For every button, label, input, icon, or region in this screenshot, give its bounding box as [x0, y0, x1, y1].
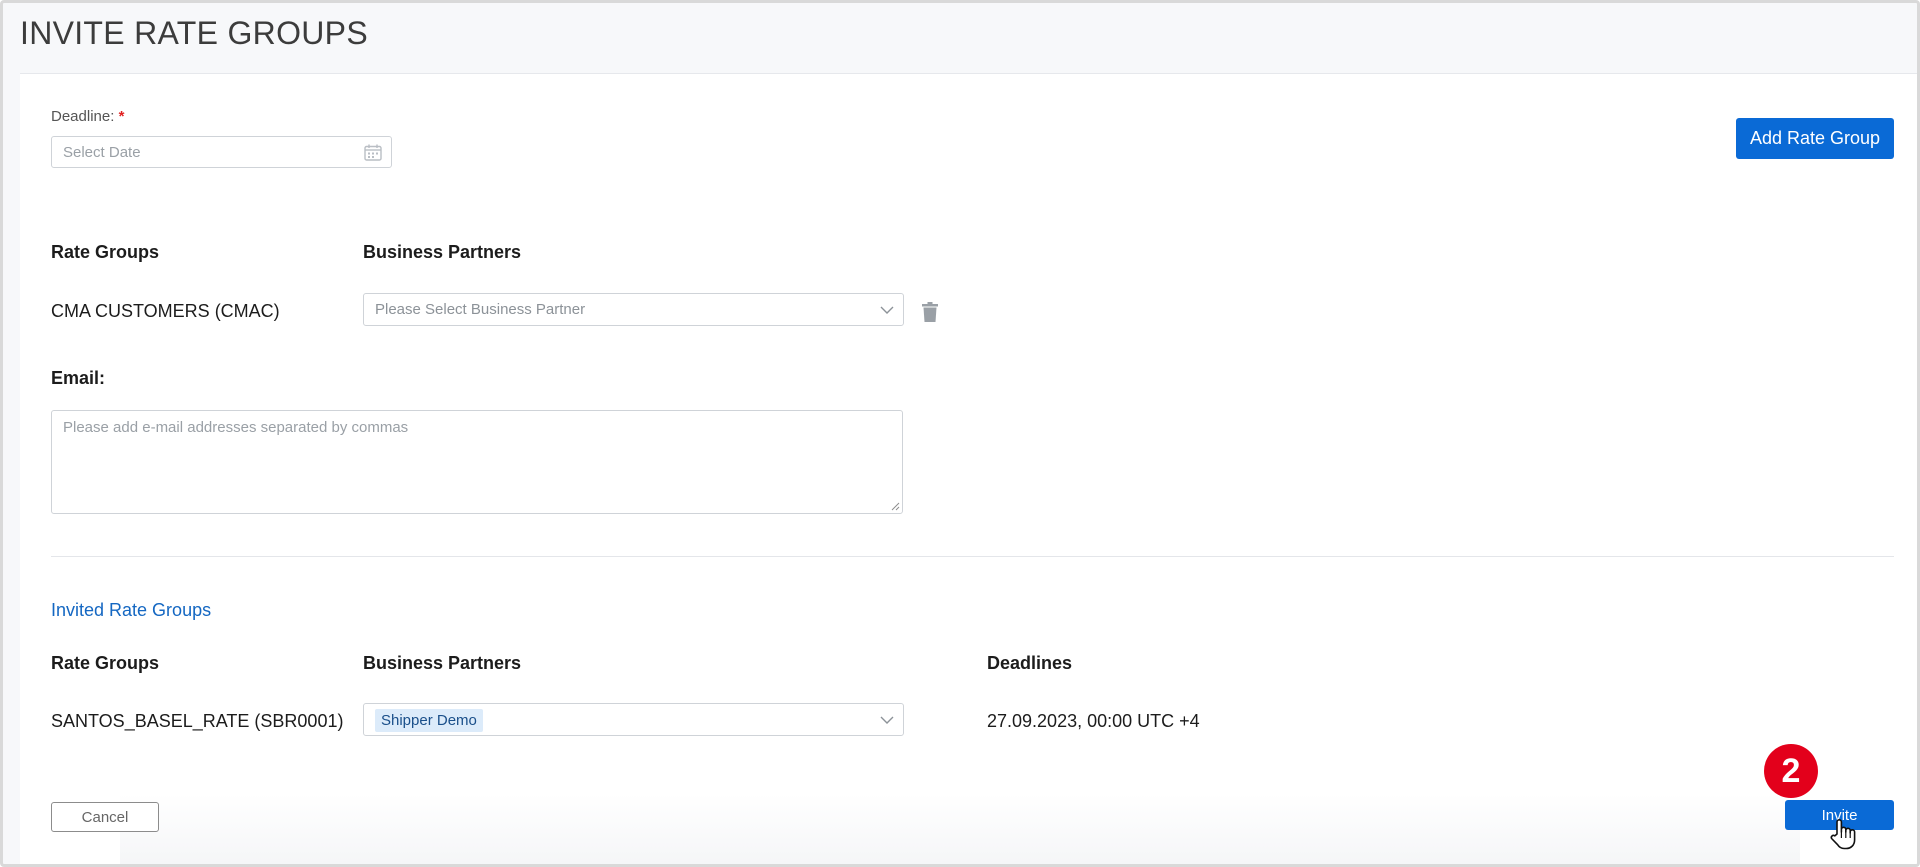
email-label: Email:	[51, 368, 106, 388]
email-textarea[interactable]	[52, 411, 902, 513]
window-frame: INVITE RATE GROUPS Deadline: * Add Rate …	[0, 0, 1920, 867]
chevron-down-icon	[880, 306, 894, 314]
invited-rate-groups-column-header: Rate Groups	[51, 653, 160, 673]
business-partner-tag[interactable]: Shipper Demo	[375, 709, 483, 732]
invited-business-partner-select[interactable]: Shipper Demo	[363, 703, 904, 736]
deadline-input[interactable]	[52, 137, 342, 167]
add-rate-group-button[interactable]: Add Rate Group	[1736, 118, 1894, 159]
business-partner-placeholder: Please Select Business Partner	[375, 301, 586, 318]
business-partner-select[interactable]: Please Select Business Partner	[363, 293, 904, 326]
cancel-button[interactable]: Cancel	[51, 802, 159, 832]
email-textarea-wrapper[interactable]	[51, 410, 903, 514]
deadline-label-row: Deadline: *	[51, 108, 124, 125]
rate-groups-column-header: Rate Groups	[51, 242, 160, 262]
hand-pointer-icon	[1830, 819, 1856, 850]
section-divider	[51, 556, 1894, 557]
resize-handle-icon[interactable]	[890, 501, 900, 511]
invited-business-partners-column-header: Business Partners	[363, 653, 522, 673]
bottom-shadow	[120, 794, 1800, 864]
invited-deadline-value: 27.09.2023, 00:00 UTC +4	[987, 711, 1200, 731]
step-number-badge: 2	[1764, 744, 1818, 798]
invited-rate-groups-title: Invited Rate Groups	[51, 600, 212, 620]
calendar-icon[interactable]	[364, 144, 382, 161]
invite-form-panel: Deadline: * Add Rate Group Rate Groups B…	[20, 73, 1917, 864]
business-partners-column-header: Business Partners	[363, 242, 522, 262]
rate-group-name: CMA CUSTOMERS (CMAC)	[51, 301, 280, 321]
invited-deadlines-column-header: Deadlines	[987, 653, 1073, 673]
page-title: INVITE RATE GROUPS	[20, 15, 368, 51]
deadline-date-picker[interactable]	[51, 136, 392, 168]
trash-icon[interactable]	[922, 302, 938, 322]
chevron-down-icon	[880, 716, 894, 724]
invited-rate-group-name: SANTOS_BASEL_RATE (SBR0001)	[51, 711, 344, 731]
deadline-label: Deadline:	[51, 108, 115, 125]
required-mark: *	[118, 108, 125, 125]
